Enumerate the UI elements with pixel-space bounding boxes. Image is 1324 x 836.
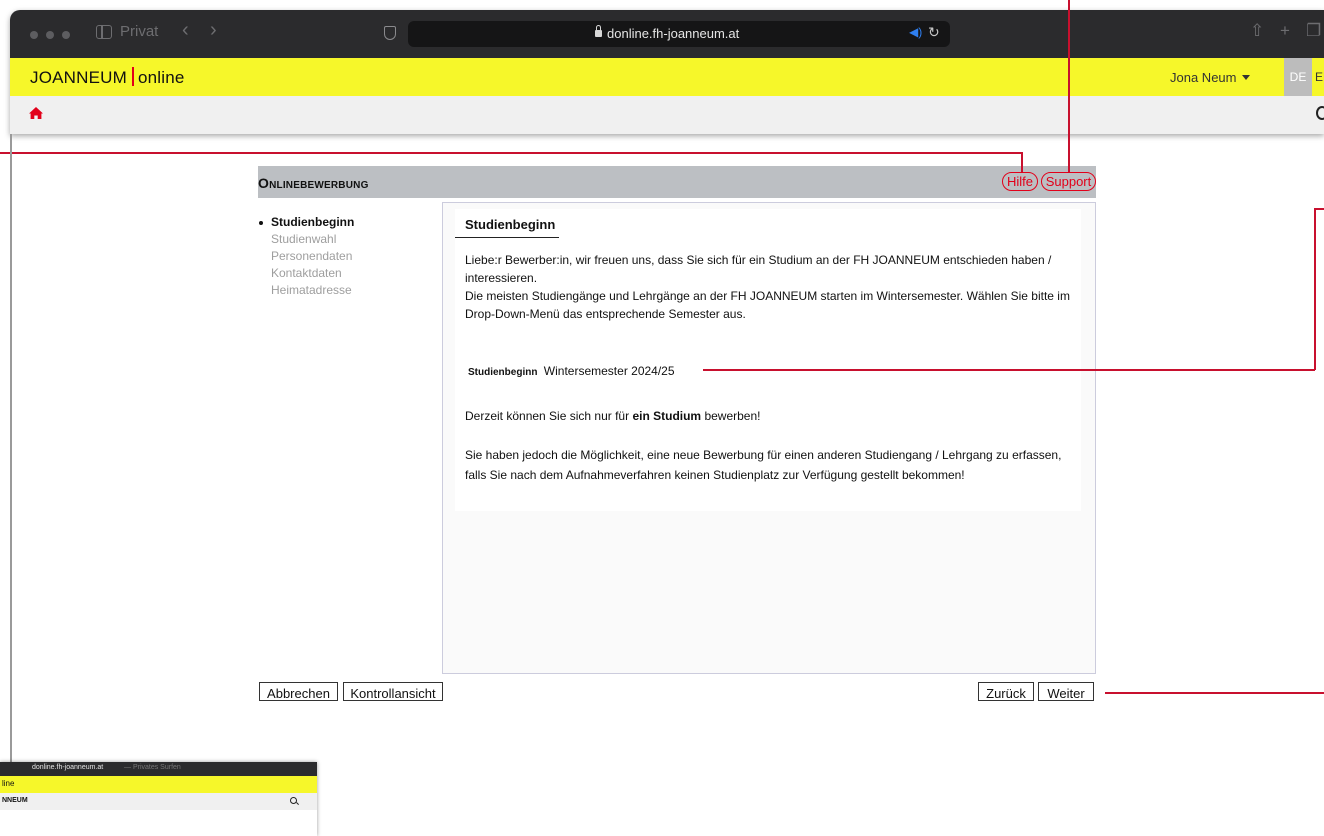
browser-toolbar: Privat ‹ › donline.fh-joanneum.at ◀) ↻ ⇧… (10, 10, 1324, 58)
step-studienbeginn[interactable]: Studienbeginn (259, 214, 354, 231)
step-navigation: Studienbeginn Studienwahl Personendaten … (259, 214, 354, 299)
note-suffix: bewerben! (704, 409, 761, 423)
single-application-note: Derzeit können Sie sich nur für ein Stud… (465, 409, 761, 423)
address-url: donline.fh-joanneum.at (607, 26, 740, 41)
lock-icon (595, 25, 602, 37)
section-heading-text: Studienbeginn (465, 217, 556, 232)
back-arrow-icon[interactable]: ‹ (182, 19, 189, 42)
language-de-button[interactable]: DE (1284, 58, 1312, 96)
logo-online: online (138, 68, 185, 87)
study-start-field[interactable]: Studienbeginn Wintersemester 2024/25 (468, 364, 675, 378)
site-header: JOANNEUM online Jona Neum DE EN (10, 58, 1324, 96)
home-icon[interactable] (28, 106, 44, 125)
note-bold: ein Studium (632, 409, 702, 423)
intro-paragraph-1: Liebe:r Bewerber:in, wir freuen uns, das… (465, 253, 1052, 285)
thumbnail-header: line (0, 776, 317, 793)
privacy-shield-icon[interactable] (384, 26, 396, 40)
audio-speaker-icon[interactable]: ◀) (909, 25, 922, 39)
intro-text: Liebe:r Bewerber:in, wir freuen uns, das… (465, 251, 1085, 323)
language-en-button[interactable]: EN (1312, 58, 1324, 96)
thumbnail-brand: NNEUM (2, 797, 28, 804)
step-studienwahl: Studienwahl (271, 232, 337, 246)
browser-window: Privat ‹ › donline.fh-joanneum.at ◀) ↻ ⇧… (10, 10, 1324, 134)
annotation-line-next (1105, 692, 1324, 694)
page-title: Onlinebewerbung (258, 175, 369, 191)
annotation-line-right-top (1314, 208, 1324, 210)
form-content: Studienbeginn Liebe:r Bewerber:in, wir f… (455, 209, 1081, 511)
review-button[interactable]: Kontrollansicht (343, 682, 443, 701)
back-button[interactable]: Zurück (978, 682, 1034, 701)
study-start-label: Studienbeginn (468, 367, 538, 378)
reload-icon[interactable]: ↻ (928, 24, 940, 41)
logo-joanneum: JOANNEUM (30, 68, 127, 87)
support-link[interactable]: Support (1041, 172, 1096, 191)
caret-down-icon (1242, 75, 1251, 80)
annotation-line-right-vertical (1314, 208, 1316, 370)
tab-overview-icon[interactable]: ❐ (1306, 21, 1321, 41)
thumbnail-preview: donline.fh-joanneum.at — Privates Surfen… (0, 762, 317, 836)
close-window-button[interactable] (30, 31, 38, 39)
thumbnail-url: donline.fh-joanneum.at (32, 764, 104, 771)
additional-application-note: Sie haben jedoch die Möglichkeit, eine n… (465, 448, 1062, 482)
step-kontaktdaten: Kontaktdaten (271, 266, 342, 280)
thumbnail-toolbar: donline.fh-joanneum.at — Privates Surfen (0, 762, 317, 776)
section-heading: Studienbeginn (455, 209, 559, 238)
form-panel: Studienbeginn Liebe:r Bewerber:in, wir f… (442, 202, 1096, 674)
new-tab-icon[interactable]: + (1280, 21, 1290, 41)
address-bar[interactable]: donline.fh-joanneum.at ◀) ↻ (408, 21, 950, 47)
site-nav-bar (10, 96, 1324, 134)
search-icon[interactable] (1316, 106, 1324, 120)
step-heimatadresse: Heimatadresse (271, 283, 352, 297)
help-link[interactable]: Hilfe (1002, 172, 1038, 191)
share-icon[interactable]: ⇧ (1250, 21, 1264, 41)
page-title-bar: Onlinebewerbung Hilfe Support (258, 166, 1096, 198)
note-prefix: Derzeit können Sie sich nur für (465, 409, 630, 423)
thumbnail-nav: NNEUM (0, 793, 317, 810)
annotation-line-help (0, 152, 1022, 154)
thumbnail-mode: — Privates Surfen (124, 764, 181, 771)
annotation-line-support (1068, 0, 1070, 172)
window-edge-shadow (10, 134, 12, 762)
study-start-value[interactable]: Wintersemester 2024/25 (544, 364, 675, 378)
logo-separator (132, 67, 134, 86)
annotation-line-study-start (703, 369, 1315, 371)
annotation-line-help-drop (1021, 152, 1023, 172)
forward-arrow-icon[interactable]: › (210, 19, 217, 42)
user-menu[interactable]: Jona Neum (1170, 70, 1251, 85)
intro-paragraph-2: Die meisten Studiengänge und Lehrgänge a… (465, 289, 1070, 321)
maximize-window-button[interactable] (62, 31, 70, 39)
cancel-button[interactable]: Abbrechen (259, 682, 338, 701)
minimize-window-button[interactable] (46, 31, 54, 39)
thumbnail-search-icon (290, 797, 297, 804)
next-button[interactable]: Weiter (1038, 682, 1094, 701)
thumbnail-logo: line (2, 779, 15, 788)
site-logo[interactable]: JOANNEUM online (30, 67, 185, 88)
sidebar-toggle-icon[interactable] (96, 25, 112, 39)
user-name: Jona Neum (1170, 70, 1237, 85)
private-tab-label: Privat (120, 23, 159, 40)
step-personendaten: Personendaten (271, 249, 353, 263)
